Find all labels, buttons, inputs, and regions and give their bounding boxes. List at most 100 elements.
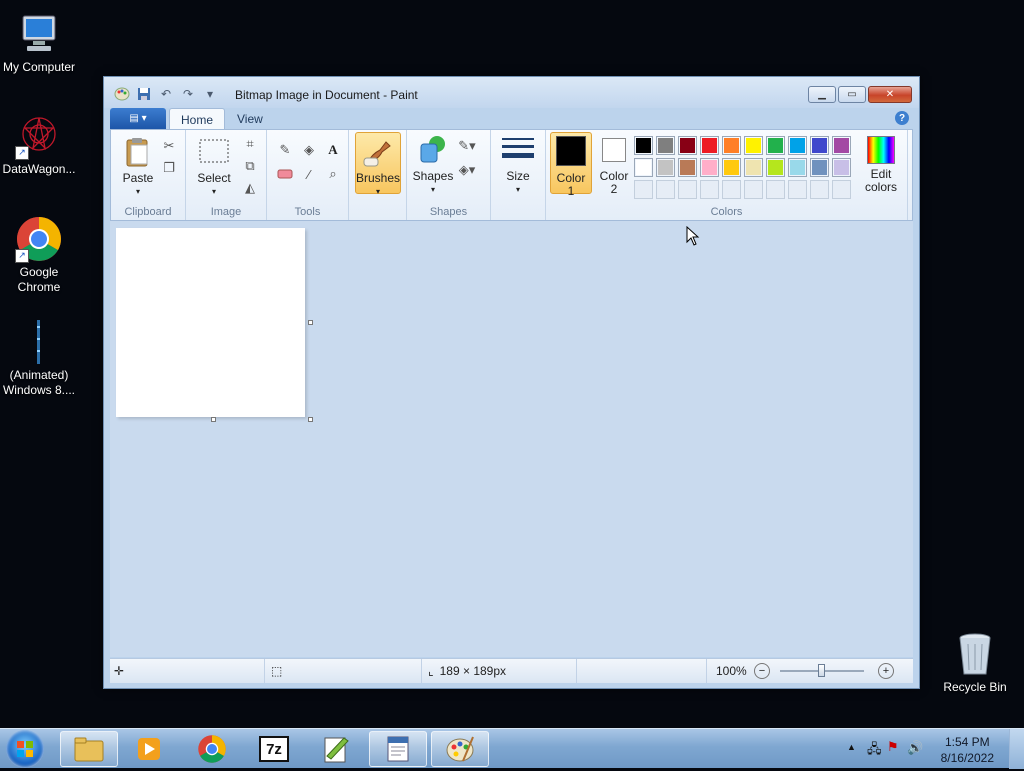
show-hidden-icons-icon[interactable]: ▲ <box>847 742 856 752</box>
color2-button[interactable]: Color 2 <box>594 135 634 196</box>
size-button[interactable]: Size ▾ <box>497 134 539 196</box>
undo-icon[interactable]: ↶ <box>158 86 174 102</box>
palette-swatch[interactable] <box>744 158 763 177</box>
taskbar-notepadpp[interactable] <box>307 731 365 767</box>
file-size-segment <box>577 659 707 683</box>
rotate-icon[interactable]: ◭ <box>240 178 260 198</box>
desktop-icon-google-chrome[interactable]: ↗ Google Chrome <box>0 215 78 295</box>
palette-swatch[interactable] <box>678 136 697 155</box>
fill-bucket-icon[interactable]: ◈ <box>299 140 319 160</box>
palette-swatch[interactable] <box>700 158 719 177</box>
desktop-icon-my-computer[interactable]: My Computer <box>0 10 78 75</box>
taskbar-chrome[interactable] <box>183 731 241 767</box>
close-button[interactable]: ✕ <box>868 86 912 103</box>
palette-swatch[interactable] <box>634 136 653 155</box>
crop-icon[interactable]: ⌗ <box>240 134 260 154</box>
palette-swatch[interactable] <box>788 136 807 155</box>
magnifier-icon[interactable]: ⌕ <box>323 164 343 184</box>
palette-swatch[interactable] <box>722 158 741 177</box>
custom-color-slot[interactable] <box>810 180 829 199</box>
zoom-slider[interactable] <box>780 664 864 678</box>
zoom-in-button[interactable]: + <box>878 663 894 679</box>
action-center-icon[interactable]: ⚑ <box>887 739 899 755</box>
show-desktop-button[interactable] <box>1009 729 1024 769</box>
shapes-button[interactable]: Shapes ▾ <box>411 134 455 196</box>
drawing-canvas[interactable] <box>116 228 305 417</box>
taskbar-explorer[interactable] <box>60 731 118 767</box>
palette-swatch[interactable] <box>788 158 807 177</box>
resize-handle-bottom[interactable] <box>211 417 216 422</box>
customize-toolbar-icon[interactable]: ▾ <box>202 86 218 102</box>
desktop-icon-datawagon[interactable]: ↗ DataWagon... <box>0 112 78 177</box>
cut-icon[interactable]: ✂ <box>159 136 179 156</box>
start-button[interactable] <box>6 730 44 768</box>
custom-color-slot[interactable] <box>788 180 807 199</box>
resize-handle-corner[interactable] <box>308 417 313 422</box>
redo-icon[interactable]: ↷ <box>180 86 196 102</box>
resize-handle-right[interactable] <box>308 320 313 325</box>
color-picker-icon[interactable]: ⁄ <box>299 164 319 184</box>
custom-color-slot[interactable] <box>700 180 719 199</box>
network-icon[interactable]: 🖧 <box>867 740 882 762</box>
brushes-label: Brushes <box>356 171 401 185</box>
help-icon[interactable]: ? <box>895 111 909 125</box>
edit-colors-button[interactable]: Edit colors <box>858 132 904 194</box>
outline-icon[interactable]: ✎▾ <box>457 136 477 156</box>
taskbar-paint[interactable] <box>431 731 489 767</box>
paint-app-icon[interactable] <box>114 86 130 102</box>
palette-swatch[interactable] <box>832 136 851 155</box>
dropdown-arrow-icon: ▾ <box>375 187 380 196</box>
palette-swatch[interactable] <box>810 136 829 155</box>
brushes-button[interactable]: Brushes ▾ <box>355 132 401 196</box>
taskbar-wordpad[interactable] <box>369 731 427 767</box>
windows-logo-icon <box>17 741 33 757</box>
custom-color-slot[interactable] <box>766 180 785 199</box>
palette-swatch[interactable] <box>832 158 851 177</box>
palette-swatch[interactable] <box>656 158 675 177</box>
minimize-button[interactable]: ▁ <box>808 86 836 103</box>
maximize-button[interactable]: ▭ <box>838 86 866 103</box>
paste-button[interactable]: Paste ▾ <box>117 136 159 198</box>
taskbar-7zip[interactable]: 7z <box>245 731 303 767</box>
palette-swatch[interactable] <box>700 136 719 155</box>
eraser-icon[interactable] <box>275 164 295 184</box>
pencil-icon[interactable]: ✎ <box>275 140 295 160</box>
palette-swatch[interactable] <box>722 136 741 155</box>
custom-color-slot[interactable] <box>656 180 675 199</box>
zoom-out-button[interactable]: − <box>754 663 770 679</box>
resize-icon[interactable]: ⧉ <box>240 156 260 176</box>
palette-swatch[interactable] <box>656 136 675 155</box>
color1-button[interactable]: Color 1 <box>550 132 592 198</box>
palette-swatch[interactable] <box>634 158 653 177</box>
desktop-icon-animated-windows[interactable]: (Animated) Windows 8.... <box>0 318 78 398</box>
desktop-icon-recycle-bin[interactable]: Recycle Bin <box>936 630 1014 695</box>
tab-view[interactable]: View <box>226 108 274 130</box>
save-icon[interactable] <box>136 86 152 102</box>
custom-color-slot[interactable] <box>744 180 763 199</box>
shape-fill-icon[interactable]: ◈▾ <box>457 160 477 180</box>
custom-color-slot[interactable] <box>634 180 653 199</box>
custom-color-slot[interactable] <box>722 180 741 199</box>
palette-swatch[interactable] <box>810 158 829 177</box>
taskbar-media-player[interactable] <box>120 731 178 767</box>
custom-color-slot[interactable] <box>678 180 697 199</box>
clock[interactable]: 1:54 PM 8/16/2022 <box>941 734 994 766</box>
canvas-area[interactable] <box>110 221 913 657</box>
custom-color-slot[interactable] <box>832 180 851 199</box>
title-bar[interactable]: ↶ ↷ ▾ Bitmap Image in Document - Paint ▁… <box>104 77 919 108</box>
palette-swatch[interactable] <box>744 136 763 155</box>
select-button[interactable]: Select ▾ <box>192 136 236 198</box>
volume-icon[interactable]: 🔊 <box>907 740 923 756</box>
copy-icon[interactable]: ❐ <box>159 158 179 178</box>
tab-home[interactable]: Home <box>169 108 226 130</box>
paint-window[interactable]: ↶ ↷ ▾ Bitmap Image in Document - Paint ▁… <box>103 76 920 689</box>
text-tool-icon[interactable]: A <box>323 140 343 160</box>
recycle-bin-icon <box>951 630 999 678</box>
palette-swatch[interactable] <box>766 136 785 155</box>
paint-menu-button[interactable]: ▤ ▾ <box>110 108 166 129</box>
palette-swatch[interactable] <box>678 158 697 177</box>
chrome-icon: ↗ <box>15 215 63 263</box>
zoom-slider-thumb[interactable] <box>818 664 825 677</box>
palette-swatch[interactable] <box>766 158 785 177</box>
image-group-label: Image <box>210 206 242 218</box>
